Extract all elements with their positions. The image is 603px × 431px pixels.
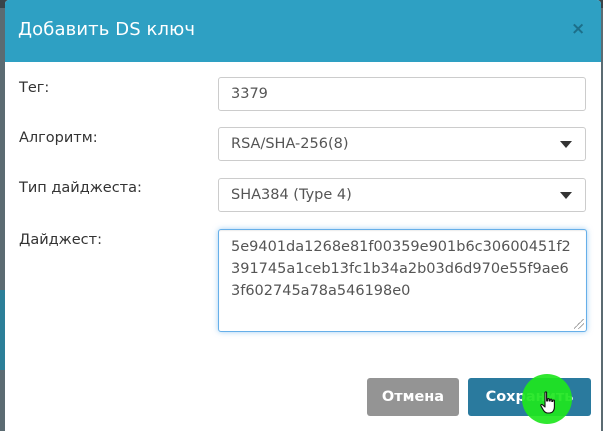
algorithm-select[interactable]: RSA/SHA-256(8) <box>218 127 586 161</box>
close-button[interactable]: × <box>571 20 585 38</box>
cancel-button[interactable]: Отмена <box>367 378 459 416</box>
digest-label: Дайджест: <box>19 232 102 248</box>
algorithm-selected-value: RSA/SHA-256(8) <box>231 136 349 152</box>
digest-type-select[interactable]: SHA384 (Type 4) <box>218 178 586 212</box>
add-ds-key-dialog: Добавить DS ключ × Тег: Алгоритм: RSA/SH… <box>5 0 601 431</box>
digest-type-label: Тип дайджеста: <box>19 180 142 196</box>
close-icon: × <box>571 19 586 39</box>
tag-input[interactable] <box>218 77 586 111</box>
digest-textarea[interactable]: 5e9401da1268e81f00359e901b6c30600451f239… <box>218 229 587 332</box>
chevron-down-icon <box>560 192 572 199</box>
dialog-title: Добавить DS ключ <box>18 19 196 40</box>
chevron-down-icon <box>560 141 572 148</box>
resize-handle-icon[interactable] <box>574 319 584 329</box>
digest-value: 5e9401da1268e81f00359e901b6c30600451f239… <box>231 239 571 299</box>
dialog-header: Добавить DS ключ × <box>5 0 601 62</box>
tag-label: Тег: <box>19 80 50 96</box>
digest-type-selected-value: SHA384 (Type 4) <box>231 187 352 203</box>
save-button[interactable]: Сохранить <box>468 378 591 416</box>
algorithm-label: Алгоритм: <box>19 130 98 146</box>
